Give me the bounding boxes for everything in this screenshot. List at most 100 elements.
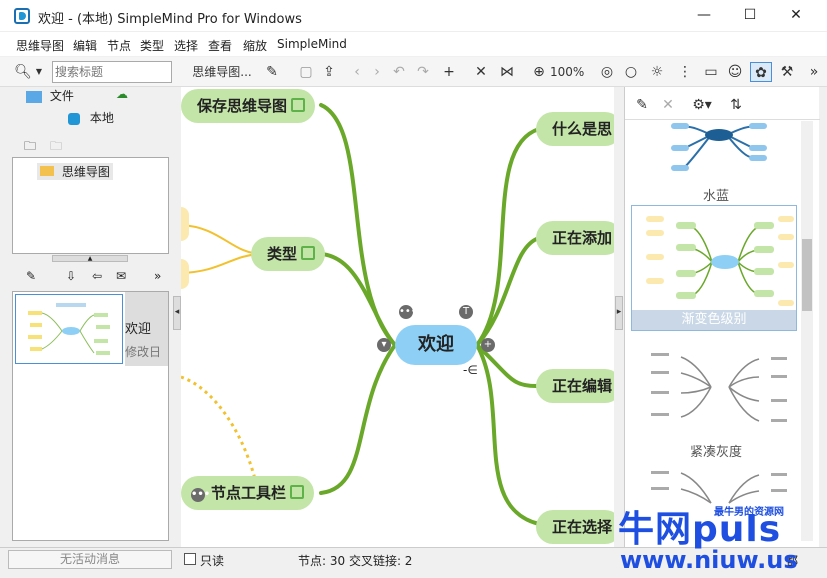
branch-what-is: [475, 127, 541, 347]
scrollbar-thumb[interactable]: [802, 239, 812, 311]
folder-tree: 思维导图: [12, 157, 169, 254]
search-icon[interactable]: 🔍︎: [12, 62, 34, 82]
new-folder-icon[interactable]: 🗀: [24, 137, 44, 157]
palette-icon[interactable]: ✿: [750, 62, 772, 82]
mindmap-dropdown[interactable]: 思维导图...: [192, 62, 252, 82]
more-dots-icon[interactable]: •••: [399, 305, 417, 319]
link-icon[interactable]: [291, 97, 306, 112]
outline-icon[interactable]: ⋮: [676, 62, 694, 82]
partial-yellow-node-2[interactable]: [181, 259, 189, 289]
branch-type: [319, 252, 397, 347]
maximize-button[interactable]: ☐: [727, 0, 773, 32]
forward-icon[interactable]: ›: [370, 62, 384, 82]
local-icon: [68, 112, 80, 125]
node-selecting[interactable]: 正在选择: [536, 510, 614, 544]
readonly-checkbox[interactable]: [184, 553, 196, 565]
style-edit-icon[interactable]: ✎: [633, 95, 651, 115]
email-icon[interactable]: ✉: [116, 269, 134, 289]
save-icon[interactable]: ▢: [298, 62, 314, 82]
central-topic[interactable]: 欢迎: [395, 325, 477, 365]
zoom-level[interactable]: 100%: [550, 62, 584, 82]
node-save-mindmap[interactable]: 保存思维导图: [181, 89, 316, 123]
menu-edit[interactable]: 编辑: [73, 37, 97, 54]
aqua-theme-preview: [671, 123, 767, 171]
menu-zoom[interactable]: 缩放: [243, 37, 267, 54]
tree-item-mindmap[interactable]: 思维导图: [37, 163, 113, 180]
theme-thumb-compact-gray[interactable]: [631, 343, 797, 433]
redo-icon[interactable]: ↷: [414, 62, 432, 82]
node-adding[interactable]: 正在添加: [536, 221, 614, 255]
collapse-icon[interactable]: ▾: [377, 338, 391, 352]
edit-icon[interactable]: ✎: [262, 62, 282, 82]
menu-select[interactable]: 选择: [174, 37, 198, 54]
branch-selecting: [475, 343, 541, 526]
left-splitter-handle[interactable]: ◂: [173, 296, 181, 330]
theme-label-compact-gray: 紧凑灰度: [689, 445, 742, 460]
search-input[interactable]: 搜索标题: [52, 61, 172, 83]
recent-map-info[interactable]: 欢迎 修改日: [125, 292, 168, 366]
undo-icon[interactable]: ↶: [390, 62, 408, 82]
add-node-icon[interactable]: +: [440, 62, 458, 82]
tree-item-label: 思维导图: [61, 165, 110, 179]
panel-more-icon[interactable]: »: [154, 269, 168, 289]
focus-icon[interactable]: ◎: [598, 62, 616, 82]
theme-thumb-aqua[interactable]: [631, 121, 797, 187]
activity-status: 无活动消息: [8, 550, 172, 569]
style-panel-scrollbar[interactable]: [801, 121, 813, 541]
close-button[interactable]: ✕: [773, 0, 819, 32]
tab-files[interactable]: 文件: [26, 87, 86, 107]
find-icon[interactable]: ○: [622, 62, 640, 82]
menu-mindmap[interactable]: 思维导图: [16, 37, 64, 54]
menu-view[interactable]: 查看: [208, 37, 232, 54]
right-splitter-handle[interactable]: ▸: [615, 296, 623, 330]
bulb-icon[interactable]: ☼: [648, 62, 666, 82]
more-dots-icon[interactable]: •••: [191, 488, 210, 502]
link-icon[interactable]: [290, 484, 305, 499]
menu-simplemind[interactable]: SimpleMind: [277, 37, 347, 51]
partial-yellow-node-1[interactable]: [181, 207, 189, 241]
tab-local[interactable]: 本地: [68, 109, 138, 129]
folder-icon: [26, 90, 42, 103]
delete-icon[interactable]: ✕: [472, 62, 490, 82]
divider: [625, 119, 820, 120]
minimize-button[interactable]: —: [681, 0, 727, 32]
cloud-icon[interactable]: ☁: [116, 87, 146, 107]
node-type[interactable]: 类型: [251, 237, 326, 271]
main-toolbar: 🔍︎ ▼ 搜索标题 思维导图... ✎ ▢ ⇪ ‹ › ↶ ↷ + ✕ ⋈ ⊕ …: [0, 57, 827, 87]
relation-icon[interactable]: ⋈: [498, 62, 516, 82]
style-delete-icon[interactable]: ✕: [659, 95, 677, 115]
splitter-handle[interactable]: ▲: [52, 255, 128, 262]
node-type-label: 类型: [267, 245, 298, 263]
style-settings-icon[interactable]: ⚙▾: [689, 95, 715, 115]
map-thumbnail[interactable]: [15, 294, 123, 364]
search-dropdown-icon[interactable]: ▼: [34, 62, 44, 82]
mindmap-canvas[interactable]: 保存思维导图 类型 •••节点工具栏 什么是思 正在添加 正在编辑 正在选择 欢…: [181, 87, 614, 547]
theme-thumb-gradient[interactable]: 渐变色级别: [631, 205, 797, 331]
back-icon[interactable]: ‹: [350, 62, 364, 82]
node-adding-label: 正在添加: [552, 229, 613, 247]
text-style-icon[interactable]: T: [459, 305, 473, 319]
emoji-icon[interactable]: ☺: [726, 62, 744, 82]
window-title: 欢迎 - (本地) SimpleMind Pro for Windows: [38, 12, 302, 27]
tab-local-label: 本地: [89, 111, 114, 125]
branch-save: [319, 103, 397, 347]
recent-map-modified: 修改日: [125, 345, 162, 359]
share-icon[interactable]: ⇪: [320, 62, 338, 82]
import-icon[interactable]: ⇩: [66, 269, 84, 289]
sort-icon[interactable]: ⇅: [727, 95, 745, 115]
node-node-toolbar[interactable]: •••节点工具栏: [181, 476, 315, 510]
node-editing[interactable]: 正在编辑: [536, 369, 614, 403]
link-icon[interactable]: [301, 245, 316, 260]
note-icon[interactable]: ▭: [702, 62, 720, 82]
relation-handle-icon[interactable]: -∈: [463, 363, 478, 377]
menu-node[interactable]: 节点: [107, 37, 131, 54]
add-child-icon[interactable]: +: [481, 338, 495, 352]
menu-type[interactable]: 类型: [140, 37, 164, 54]
more-icon[interactable]: »: [806, 62, 822, 82]
node-what-is[interactable]: 什么是思: [536, 112, 614, 146]
zoom-in-icon[interactable]: ⊕: [530, 62, 548, 82]
export-icon[interactable]: ⇦: [92, 269, 110, 289]
tools-icon[interactable]: ⚒: [778, 62, 796, 82]
edit-map-icon[interactable]: ✎: [26, 269, 46, 289]
delete-folder-icon[interactable]: 🗀: [50, 137, 70, 157]
